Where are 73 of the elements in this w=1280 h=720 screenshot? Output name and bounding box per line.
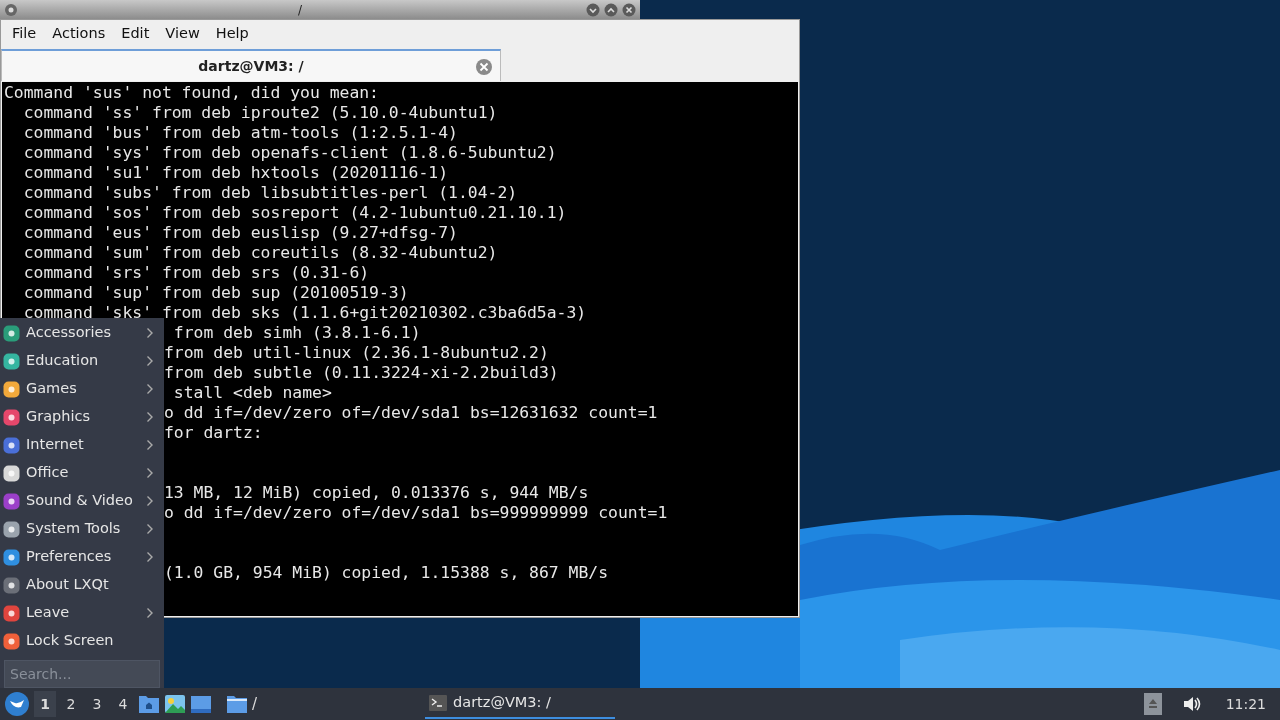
- menu-item[interactable]: Preferences: [0, 543, 164, 571]
- menu-item[interactable]: Actions: [44, 20, 114, 48]
- app-category-icon: [3, 632, 20, 650]
- app-category-icon: [3, 548, 20, 566]
- home-folder-icon[interactable]: [138, 694, 160, 714]
- terminal-line: command 'sup' from deb sup (20100519-3): [22, 283, 409, 302]
- volume-icon[interactable]: [1181, 695, 1202, 713]
- terminal-line: 13 MB, 12 MiB) copied, 0.013376 s, 944 MB/s: [164, 483, 589, 502]
- menu-item[interactable]: View: [157, 20, 208, 48]
- menu-item[interactable]: About LXQt: [0, 571, 164, 599]
- menu-item[interactable]: Games: [0, 375, 164, 403]
- menu-item[interactable]: Leave: [0, 599, 164, 627]
- close-icon[interactable]: [475, 58, 493, 76]
- terminal-tab[interactable]: dartz@VM3: /: [1, 49, 501, 81]
- menu-item[interactable]: Office: [0, 459, 164, 487]
- menu-item[interactable]: Sound & Video: [0, 487, 164, 515]
- desktop-switch[interactable]: 1: [34, 691, 56, 717]
- clock[interactable]: 11:21: [1225, 693, 1266, 715]
- terminal-line: (1.0 GB, 954 MiB) copied, 1.15388 s, 867 MB/s: [164, 563, 609, 582]
- menu-item[interactable]: Graphics: [0, 403, 164, 431]
- terminal-line: from deb util-linux (2.36.1-8ubuntu2.2): [164, 343, 549, 362]
- desktop-switch[interactable]: 3: [86, 691, 108, 717]
- desktop-switch[interactable]: 4: [112, 691, 134, 717]
- maximize-icon[interactable]: [604, 2, 618, 17]
- app-category-icon: [3, 380, 20, 398]
- app-category-icon: [3, 464, 20, 482]
- app-category-icon: [3, 604, 20, 622]
- terminal-line: for dartz:: [164, 423, 263, 442]
- menu-item[interactable]: Accessories: [0, 319, 164, 347]
- terminal-line: from deb simh (3.8.1-6.1): [172, 323, 421, 342]
- terminal-line: command 'bus' from deb atm-tools (1:2.5.1-4): [22, 123, 458, 142]
- app-category-icon: [3, 520, 20, 538]
- app-category-icon: [3, 352, 20, 370]
- terminal-line: o dd if=/dev/zero of=/dev/sda1 bs=12631632 count=1: [164, 403, 658, 422]
- terminal-line: command 'eus' from deb euslisp (9.27+dfsg-7): [22, 223, 458, 242]
- menu-item[interactable]: Internet: [0, 431, 164, 459]
- terminal-line: command 'sks' from deb sks (1.1.6+git20210302.c3ba6d5a-3): [22, 303, 587, 322]
- folder-icon[interactable]: [190, 694, 212, 714]
- terminal-line: command 'srs' from deb srs (0.31-6): [22, 263, 370, 282]
- menu-item[interactable]: Education: [0, 347, 164, 375]
- terminal-line: command 'sum' from deb coreutils (8.32-4ubuntu2): [22, 243, 498, 262]
- terminal-line: command 'subs' from deb libsubtitles-perl (1.04-2): [22, 183, 518, 202]
- menu-item[interactable]: File: [4, 20, 45, 48]
- folder-icon[interactable]: [226, 694, 248, 714]
- menu-item[interactable]: Help: [207, 20, 257, 48]
- terminal-line: o dd if=/dev/zero of=/dev/sda1 bs=999999999 count=1: [164, 503, 668, 522]
- app-category-icon: [3, 576, 20, 594]
- image-viewer-icon[interactable]: [164, 694, 186, 714]
- terminal-line: command 'sys' from deb openafs-client (1.8.6-5ubuntu2): [22, 143, 557, 162]
- eject-icon[interactable]: [1143, 693, 1162, 715]
- app-category-icon: [3, 436, 20, 454]
- task-button[interactable]: dartz@VM3: /: [425, 689, 616, 719]
- terminal-line: command 'ss' from deb iproute2 (5.10.0-4ubuntu1): [22, 103, 498, 122]
- terminal-line: Command 'sus' not found, did you mean:: [4, 83, 379, 102]
- app-category-icon: [3, 492, 20, 510]
- menu-item[interactable]: System Tools: [0, 515, 164, 543]
- close-icon[interactable]: [622, 2, 636, 17]
- menu-item[interactable]: Edit: [113, 20, 158, 48]
- minimize-icon[interactable]: [586, 2, 600, 17]
- app-category-icon: [3, 324, 20, 342]
- terminal-line: command 'su1' from deb hxtools (20201116-1): [22, 163, 449, 182]
- window-menu-icon[interactable]: [4, 2, 18, 17]
- start-menu-icon[interactable]: [4, 691, 30, 717]
- terminal-line: command 'sos' from deb sosreport (4.2-1ubuntu0.21.10.1): [22, 203, 567, 222]
- desktop-switch[interactable]: 2: [60, 691, 82, 717]
- terminal-line: from deb subtle (0.11.3224-xi-2.2build3): [164, 363, 559, 382]
- task-label[interactable]: /: [252, 692, 258, 716]
- search-field[interactable]: Search...: [4, 660, 160, 688]
- terminal-line: stall <deb name>: [172, 383, 332, 402]
- menu-item[interactable]: Lock Screen: [0, 627, 164, 655]
- terminal-icon: [429, 695, 448, 711]
- app-category-icon: [3, 408, 20, 426]
- window-title: /: [296, 1, 303, 19]
